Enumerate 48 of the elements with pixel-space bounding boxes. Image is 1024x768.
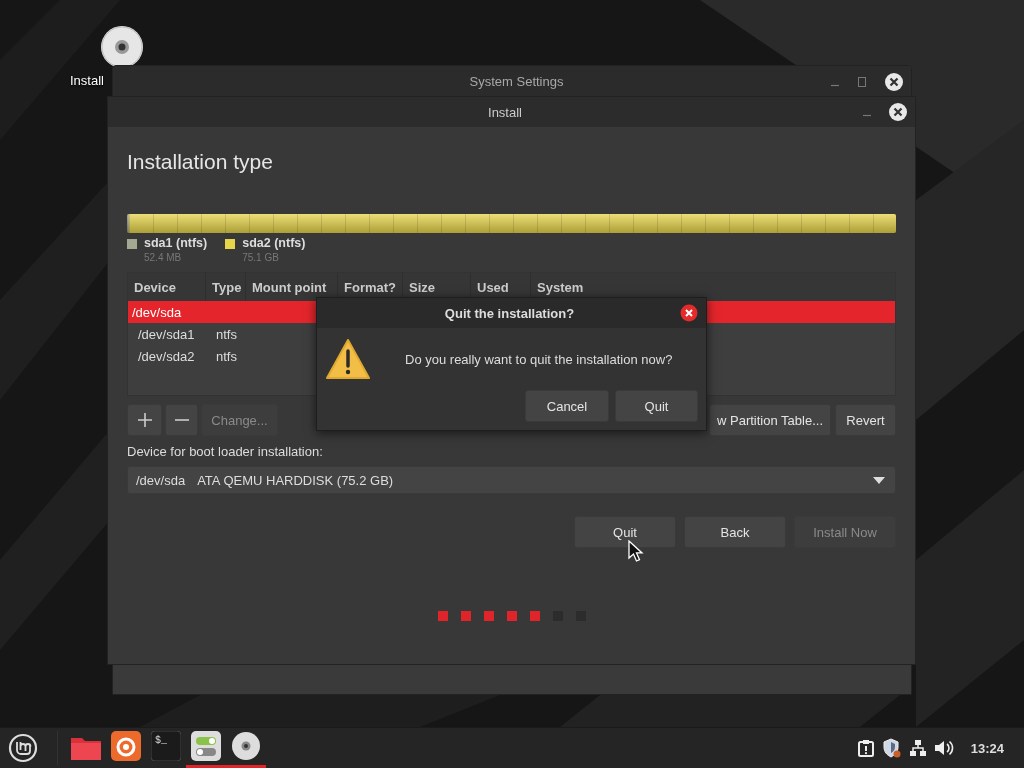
clipboard-icon[interactable] [856,739,875,757]
menu-icon[interactable] [8,733,38,763]
cursor-icon [628,540,644,562]
partition-size: 75.1 GB [242,251,280,264]
table-cell-text: ntfs [215,348,238,364]
nav-button[interactable]: Back [684,516,786,548]
column-header[interactable]: System [531,273,895,301]
partition-size: 52.4 MB [144,251,183,264]
dialog-button[interactable]: Cancel [525,390,609,422]
nav-button[interactable]: Quit [574,516,676,548]
boot-device-dropdown[interactable]: /dev/sda ATA QEMU HARDDISK (75.2 GB) [127,466,896,494]
disc-icon[interactable] [100,25,144,69]
field-label: Device for boot loader installation: [127,444,324,459]
disc-icon[interactable] [231,731,261,761]
partition-name: sda1 (ntfs) [144,236,208,251]
volume-icon[interactable] [933,739,954,757]
dialog-message: Do you really want to quit the installation now? [405,351,673,367]
shield-icon[interactable] [881,738,902,758]
plus-icon [137,413,152,427]
dialog-title: Quit the installation? [443,305,576,321]
close-icon[interactable] [888,102,908,122]
dropdown-arrow-icon [873,476,885,484]
terminal-icon[interactable]: $_ [151,731,181,761]
dialog-button[interactable]: Quit [615,390,698,422]
maximize-icon[interactable] [857,76,867,87]
remove-button[interactable] [165,404,198,436]
table-button[interactable]: Revert [835,404,896,436]
browser-icon[interactable] [111,731,141,761]
warning-icon [325,338,371,380]
window-title: Install [487,104,523,120]
table-cell-text: /dev/sda [131,304,183,320]
close-icon[interactable] [884,71,904,92]
network-icon[interactable] [908,739,927,757]
clock[interactable]: 13:24 [970,740,1004,756]
toggle-switches-icon[interactable] [191,731,221,761]
table-button[interactable]: w Partition Table... [709,404,831,436]
device-path: /dev/sda [136,472,186,488]
table-cell-text: /dev/sda2 [137,348,196,364]
folder-icon[interactable] [70,735,102,761]
add-button[interactable] [127,404,162,436]
page-heading: Installation type [127,149,274,175]
close-icon[interactable] [680,304,698,322]
table-cell-text: ntfs [215,326,238,342]
window-title: System Settings [468,74,565,89]
table-cell-text: /dev/sda1 [137,326,196,342]
partition-name: sda2 (ntfs) [242,236,306,251]
desktop-icon-label[interactable]: Install [70,73,104,88]
device-description: ATA QEMU HARDDISK (75.2 GB) [197,472,395,488]
